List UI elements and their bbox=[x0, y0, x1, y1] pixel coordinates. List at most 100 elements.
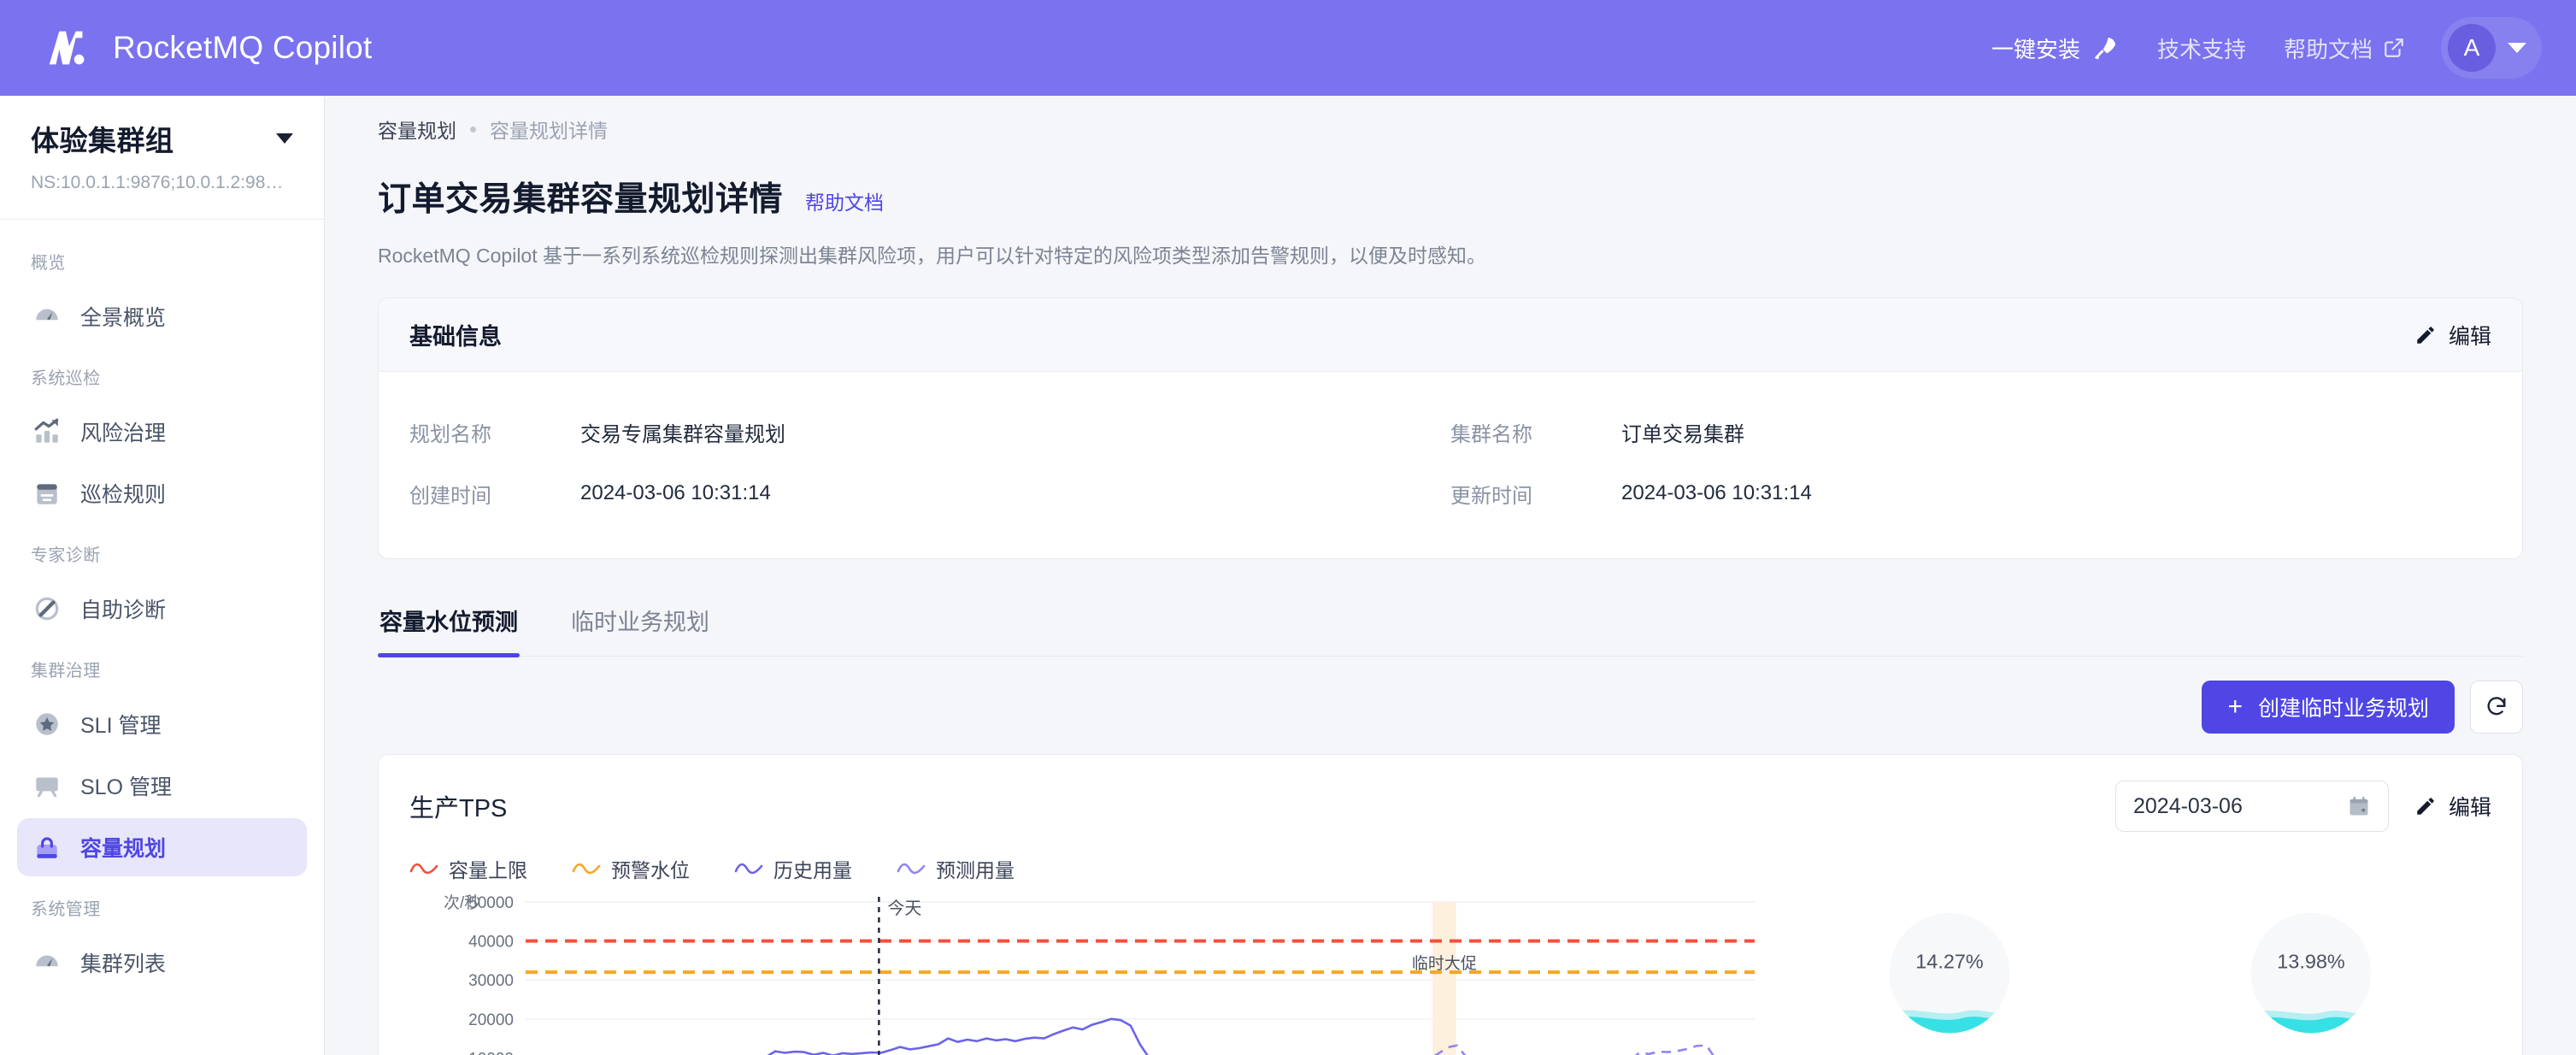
basic-info-edit-button[interactable]: 编辑 bbox=[2414, 320, 2491, 351]
date-picker[interactable]: 2024-03-06 bbox=[2114, 781, 2389, 832]
user-menu[interactable]: A bbox=[2441, 17, 2542, 79]
sidebar: 体验集群组 NS:10.0.1.1:9876;10.0.1.2:9876;10.… bbox=[0, 96, 325, 1055]
svg-text:13.98%: 13.98% bbox=[2277, 950, 2344, 972]
info-row: 集群名称 订单交易集群 bbox=[1450, 401, 2491, 463]
info-label: 规划名称 bbox=[409, 422, 491, 446]
sidebar-item-label: 容量规划 bbox=[80, 837, 167, 861]
info-row: 创建时间 2024-03-06 10:31:14 bbox=[409, 463, 1450, 524]
info-value: 2024-03-06 10:31:14 bbox=[580, 481, 771, 504]
rules-list-icon bbox=[37, 484, 57, 504]
chart-edit-button[interactable]: 编辑 bbox=[2414, 791, 2491, 822]
legend-label: 预测用量 bbox=[936, 859, 1015, 881]
cluster-selector[interactable]: 体验集群组 NS:10.0.1.1:9876;10.0.1.2:9876;10.… bbox=[0, 96, 324, 220]
basic-info-left-column: 规划名称 交易专属集群容量规划 创建时间 2024-03-06 10:31:14 bbox=[409, 401, 1450, 524]
gauge-icon bbox=[36, 955, 58, 967]
gauge-1: 13.98% 4473.66次/秒 7天后预测水位 bbox=[2132, 909, 2491, 1055]
page-help-link[interactable]: 帮助文档 bbox=[805, 186, 884, 221]
trend-bars-icon bbox=[34, 418, 59, 443]
external-link-icon bbox=[2385, 38, 2403, 57]
wave-icon bbox=[734, 863, 763, 875]
chart-card-header: 生产TPS 2024-03-06 编辑 bbox=[409, 781, 2491, 832]
sidebar-item-全景概览[interactable]: 全景概览 bbox=[17, 287, 307, 345]
chevron-down-icon bbox=[2508, 43, 2526, 53]
pencil-icon bbox=[2417, 798, 2434, 815]
legend-item-1[interactable]: 预警水位 bbox=[572, 854, 690, 883]
sidebar-item-集群列表[interactable]: 集群列表 bbox=[17, 934, 307, 992]
svg-text:10000: 10000 bbox=[468, 1050, 514, 1055]
date-picker-value: 2024-03-06 bbox=[2132, 793, 2243, 818]
rocket-icon bbox=[2094, 37, 2116, 60]
info-label: 更新时间 bbox=[1450, 484, 1532, 508]
create-temporary-plan-label: 创建临时业务规划 bbox=[2257, 697, 2429, 721]
gauge-value: 4567.58次/秒 bbox=[1867, 1051, 2032, 1055]
tech-support-link[interactable]: 技术支持 bbox=[2138, 32, 2265, 64]
sidebar-item-SLI-管理[interactable]: SLI 管理 bbox=[17, 695, 307, 753]
chart-and-gauges: 01000020000300004000050000次/秒2024-03-06 … bbox=[409, 888, 2491, 1055]
breadcrumb: 容量规划 容量规划详情 bbox=[325, 96, 2576, 144]
breadcrumb-parent[interactable]: 容量规划 bbox=[378, 115, 456, 144]
info-value: 2024-03-06 10:31:14 bbox=[1621, 481, 1812, 504]
sidebar-item-label: SLI 管理 bbox=[80, 714, 162, 738]
brand[interactable]: RocketMQ Copilot bbox=[41, 21, 372, 74]
svg-text:今天: 今天 bbox=[887, 899, 921, 918]
sidebar-item-自助诊断[interactable]: 自助诊断 bbox=[17, 580, 307, 638]
refresh-icon bbox=[2487, 697, 2506, 716]
sidebar-item-SLO-管理[interactable]: SLO 管理 bbox=[17, 757, 307, 815]
tab-temporary-plan[interactable]: 临时业务规划 bbox=[569, 597, 711, 656]
top-bar: RocketMQ Copilot 一键安装 技术支持 帮助文档 A bbox=[0, 0, 2576, 96]
basic-info-right-column: 集群名称 订单交易集群 更新时间 2024-03-06 10:31:14 bbox=[1450, 401, 2491, 524]
chart-legend: 容量上限 预警水位 历史用量 预测用量 bbox=[409, 854, 2491, 883]
bag-icon bbox=[37, 837, 57, 858]
legend-label: 预警水位 bbox=[611, 859, 690, 881]
help-docs-link[interactable]: 帮助文档 bbox=[2265, 32, 2424, 64]
chart-edit-label: 编辑 bbox=[2448, 796, 2491, 820]
basic-info-body: 规划名称 交易专属集群容量规划 创建时间 2024-03-06 10:31:14… bbox=[379, 372, 2522, 558]
refresh-button[interactable] bbox=[2470, 681, 2523, 734]
basic-info-title: 基础信息 bbox=[409, 324, 502, 350]
one-click-install-label: 一键安装 bbox=[1991, 36, 2080, 62]
wave-icon bbox=[409, 863, 438, 875]
sidebar-nav: 概览 全景概览 系统巡检 风险治理 巡检规则 专家诊断 自助诊断 集群治理 SLI 管理… bbox=[0, 220, 324, 992]
sidebar-item-label: 自助诊断 bbox=[80, 598, 167, 622]
tab-capacity-forecast[interactable]: 容量水位预测 bbox=[378, 597, 520, 657]
sidebar-item-label: SLO 管理 bbox=[80, 775, 172, 799]
gauge-icon bbox=[36, 309, 58, 321]
page-description: RocketMQ Copilot 基于一系列系统巡检规则探测出集群风险项，用户可… bbox=[378, 245, 1487, 267]
one-click-install-button[interactable]: 一键安装 bbox=[1973, 32, 2138, 64]
plus-icon: + bbox=[2227, 693, 2243, 721]
sidebar-group-title: 专家诊断 bbox=[31, 546, 101, 565]
legend-item-2[interactable]: 历史用量 bbox=[734, 854, 852, 883]
basic-info-edit-label: 编辑 bbox=[2448, 324, 2491, 349]
sidebar-item-巡检规则[interactable]: 巡检规则 bbox=[17, 464, 307, 522]
tab-bar: 容量水位预测 临时业务规划 bbox=[378, 597, 2523, 657]
sidebar-item-label: 巡检规则 bbox=[80, 483, 167, 507]
basic-info-card-header: 基础信息 编辑 bbox=[379, 298, 2522, 372]
gauge-group: 14.27% 4567.58次/秒 当前容量水位 13.98% 4473.66次… bbox=[1768, 888, 2491, 1055]
info-row: 更新时间 2024-03-06 10:31:14 bbox=[1450, 463, 2491, 524]
svg-text:14.27%: 14.27% bbox=[1915, 950, 1983, 972]
main-content: 容量规划 容量规划详情 订单交易集群容量规划详情 帮助文档 RocketMQ C… bbox=[325, 96, 2576, 1055]
svg-text:临时大促: 临时大促 bbox=[1412, 954, 1477, 973]
chart-card-header-actions: 2024-03-06 编辑 bbox=[2114, 781, 2491, 832]
cluster-selector-row[interactable]: 体验集群组 bbox=[31, 118, 293, 159]
legend-item-0[interactable]: 容量上限 bbox=[409, 854, 527, 883]
legend-label: 容量上限 bbox=[449, 859, 527, 881]
legend-item-3[interactable]: 预测用量 bbox=[897, 854, 1015, 883]
rocketmq-logo-icon bbox=[49, 31, 85, 65]
star-icon bbox=[36, 713, 58, 735]
app-root: RocketMQ Copilot 一键安装 技术支持 帮助文档 A 体验集群组 … bbox=[0, 0, 2576, 1055]
tps-plot: 01000020000300004000050000次/秒2024-03-06 … bbox=[409, 888, 1768, 1055]
sidebar-item-label: 风险治理 bbox=[80, 421, 167, 445]
wave-icon bbox=[572, 863, 601, 875]
gauge-0: 14.27% 4567.58次/秒 当前容量水位 bbox=[1770, 909, 2129, 1055]
create-temporary-plan-button[interactable]: + 创建临时业务规划 bbox=[2202, 681, 2455, 734]
breadcrumb-separator-icon bbox=[470, 126, 476, 133]
sidebar-item-风险治理[interactable]: 风险治理 bbox=[17, 403, 307, 461]
svg-text:30000: 30000 bbox=[468, 972, 514, 990]
sidebar-item-容量规划[interactable]: 容量规划 bbox=[17, 818, 307, 876]
info-label: 创建时间 bbox=[409, 484, 491, 508]
chevron-down-icon bbox=[276, 133, 293, 144]
svg-text:40000: 40000 bbox=[468, 934, 514, 952]
sidebar-group-title: 集群治理 bbox=[31, 662, 101, 681]
tech-support-label: 技术支持 bbox=[2156, 36, 2246, 62]
